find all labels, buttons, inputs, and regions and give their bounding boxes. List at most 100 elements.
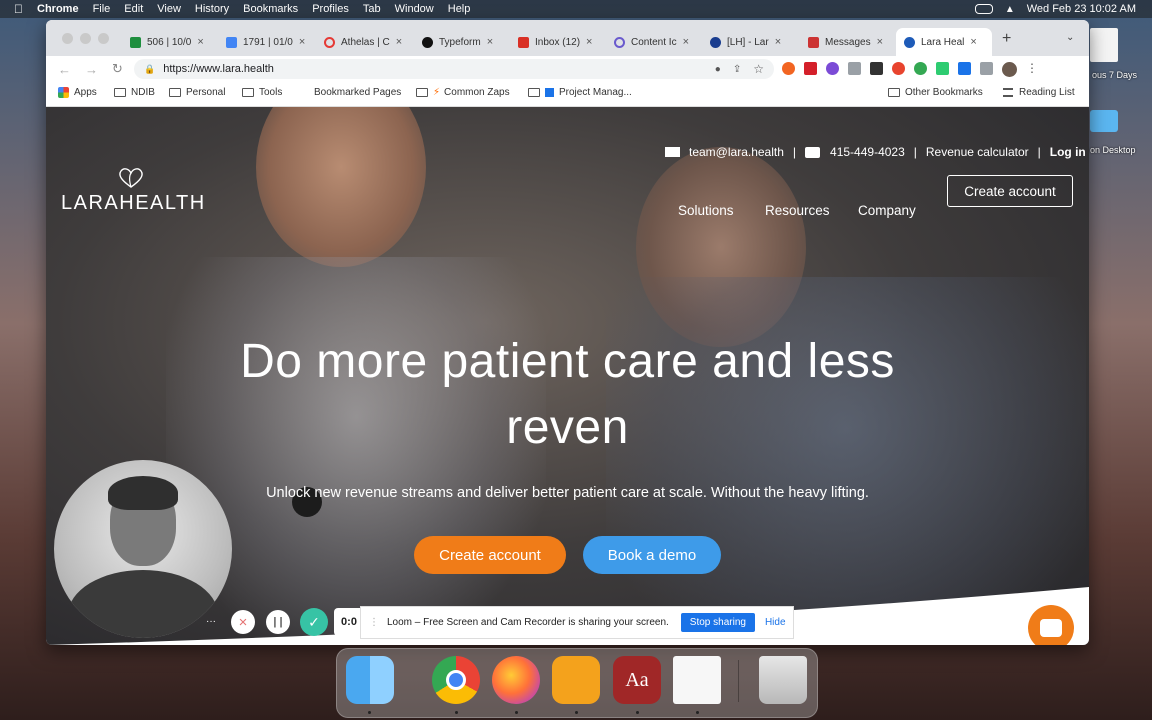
close-icon[interactable]: × bbox=[487, 36, 493, 48]
extensions-row: ⋮ bbox=[782, 62, 1038, 77]
email-link[interactable]: team@lara.health bbox=[689, 145, 784, 159]
menu-bookmarks[interactable]: Bookmarks bbox=[243, 3, 298, 15]
back-arrow-icon[interactable]: ← bbox=[58, 62, 71, 77]
apple-menu-icon[interactable]:  bbox=[14, 2, 23, 16]
finder-icon[interactable] bbox=[346, 656, 394, 704]
loom-more-button[interactable]: ··· bbox=[206, 616, 216, 627]
extension-icon[interactable] bbox=[782, 62, 795, 75]
tab-gmail[interactable]: Inbox (12) × bbox=[518, 28, 608, 56]
close-icon[interactable]: × bbox=[877, 36, 883, 48]
login-link[interactable]: Log in bbox=[1050, 145, 1086, 159]
firefox-icon[interactable] bbox=[492, 656, 540, 704]
menu-window[interactable]: Window bbox=[395, 3, 434, 15]
tab-messages[interactable]: Messages × bbox=[808, 28, 898, 56]
close-icon[interactable]: × bbox=[775, 36, 781, 48]
menu-profiles[interactable]: Profiles bbox=[312, 3, 349, 15]
bookmark-apps[interactable]: Apps bbox=[58, 87, 97, 98]
new-tab-button[interactable]: + bbox=[1002, 30, 1011, 48]
bookmark-ndib[interactable]: NDIB bbox=[114, 87, 155, 98]
dock-separator bbox=[738, 660, 739, 702]
reload-icon[interactable]: ↻ bbox=[112, 61, 123, 77]
bookmark-project-manag[interactable]: Project Manag... bbox=[528, 87, 632, 98]
tab-sheets[interactable]: 506 | 10/0 × bbox=[130, 28, 220, 56]
tab-content[interactable]: Content Ic × bbox=[614, 28, 704, 56]
book-demo-button[interactable]: Book a demo bbox=[583, 536, 721, 574]
extension-icon[interactable] bbox=[870, 62, 883, 75]
desktop-file-icon[interactable] bbox=[1090, 28, 1118, 62]
extension-icon[interactable] bbox=[848, 62, 861, 75]
hide-button[interactable]: Hide bbox=[765, 617, 786, 628]
nav-resources[interactable]: Resources bbox=[765, 203, 830, 218]
profile-avatar[interactable] bbox=[1002, 62, 1017, 77]
reading-list[interactable]: Reading List bbox=[1003, 87, 1075, 98]
loom-pause-button[interactable]: | | bbox=[266, 610, 290, 634]
nav-solutions[interactable]: Solutions bbox=[678, 203, 734, 218]
bookmark-label: Project Manag... bbox=[559, 87, 632, 98]
revenue-calculator-link[interactable]: Revenue calculator bbox=[926, 145, 1029, 159]
tab-lara-health[interactable]: Lara Heal × bbox=[896, 28, 992, 56]
desktop-folder-icon[interactable] bbox=[1090, 110, 1118, 132]
dictionary-icon[interactable]: Aa bbox=[613, 656, 661, 704]
forward-arrow-icon[interactable]: → bbox=[85, 62, 98, 77]
menu-file[interactable]: File bbox=[93, 3, 111, 15]
chat-widget-button[interactable] bbox=[1028, 605, 1074, 645]
puzzle-icon[interactable] bbox=[980, 62, 993, 75]
create-account-button[interactable]: Create account bbox=[414, 536, 566, 574]
phone-link[interactable]: 415-449-4023 bbox=[830, 145, 905, 159]
close-window-button[interactable] bbox=[62, 33, 73, 44]
close-icon[interactable]: × bbox=[299, 36, 305, 48]
bookmark-personal[interactable]: Personal bbox=[169, 87, 225, 98]
textedit-icon[interactable] bbox=[673, 656, 721, 704]
url-text[interactable]: https://www.lara.health bbox=[163, 63, 274, 75]
extension-icon[interactable] bbox=[958, 62, 971, 75]
extension-icon[interactable] bbox=[892, 62, 905, 75]
bookmark-bookmarked-pages[interactable]: Bookmarked Pages bbox=[297, 87, 401, 98]
menu-help[interactable]: Help bbox=[448, 3, 471, 15]
bookmark-common-zaps[interactable]: ⚡ Common Zaps bbox=[416, 87, 510, 98]
pause-icon: | | bbox=[273, 616, 283, 628]
tab-athelas[interactable]: Athelas | C × bbox=[324, 28, 414, 56]
loom-camera-bubble[interactable] bbox=[54, 460, 232, 638]
control-center-icon[interactable] bbox=[974, 4, 993, 14]
clock-text[interactable]: Wed Feb 23 10:02 AM bbox=[1027, 3, 1136, 15]
create-account-nav-button[interactable]: Create account bbox=[947, 175, 1073, 207]
zoom-window-button[interactable] bbox=[98, 33, 109, 44]
share-icon[interactable]: ⇪ bbox=[733, 64, 741, 75]
close-icon[interactable]: × bbox=[396, 36, 402, 48]
mic-icon[interactable]: ● bbox=[715, 64, 721, 75]
loom-finish-button[interactable]: ✓ bbox=[300, 608, 328, 636]
minimize-window-button[interactable] bbox=[80, 33, 91, 44]
tab-docs[interactable]: 1791 | 01/0 × bbox=[226, 28, 316, 56]
nav-company[interactable]: Company bbox=[858, 203, 916, 218]
extension-icon[interactable] bbox=[936, 62, 949, 75]
lara-health-logo[interactable]: LARAHEALTH bbox=[61, 167, 211, 217]
close-icon[interactable]: × bbox=[970, 36, 976, 48]
stop-sharing-button[interactable]: Stop sharing bbox=[680, 613, 755, 632]
extension-icon[interactable] bbox=[914, 62, 927, 75]
menu-app-name[interactable]: Chrome bbox=[37, 3, 79, 15]
tab-search-chevron-icon[interactable]: ⌄ bbox=[1066, 32, 1074, 43]
taskheat-icon[interactable] bbox=[552, 656, 600, 704]
close-icon[interactable]: × bbox=[586, 36, 592, 48]
menu-tab[interactable]: Tab bbox=[363, 3, 381, 15]
tab-typeform[interactable]: Typeform × bbox=[422, 28, 512, 56]
extension-icon[interactable] bbox=[804, 62, 817, 75]
tab-lh[interactable]: [LH] - Lar × bbox=[710, 28, 800, 56]
drag-handle-icon[interactable]: ⋮ bbox=[369, 617, 379, 628]
loom-cancel-button[interactable]: × bbox=[231, 610, 255, 634]
menu-edit[interactable]: Edit bbox=[124, 3, 143, 15]
address-bar[interactable]: 🔒 https://www.lara.health ● ⇪ ☆ bbox=[134, 59, 774, 79]
close-icon: × bbox=[238, 613, 248, 631]
close-icon[interactable]: × bbox=[683, 36, 689, 48]
kebab-menu-icon[interactable]: ⋮ bbox=[1026, 62, 1038, 77]
close-icon[interactable]: × bbox=[197, 36, 203, 48]
bookmark-tools[interactable]: Tools bbox=[242, 87, 282, 98]
bookmark-other[interactable]: Other Bookmarks bbox=[888, 87, 983, 98]
bookmark-label: Tools bbox=[259, 87, 283, 98]
menu-history[interactable]: History bbox=[195, 3, 229, 15]
wifi-icon[interactable]: ▲ bbox=[1005, 4, 1015, 15]
bookmark-star-icon[interactable]: ☆ bbox=[753, 62, 764, 76]
extension-icon[interactable] bbox=[826, 62, 839, 75]
menu-view[interactable]: View bbox=[157, 3, 181, 15]
trash-icon[interactable] bbox=[759, 656, 807, 704]
